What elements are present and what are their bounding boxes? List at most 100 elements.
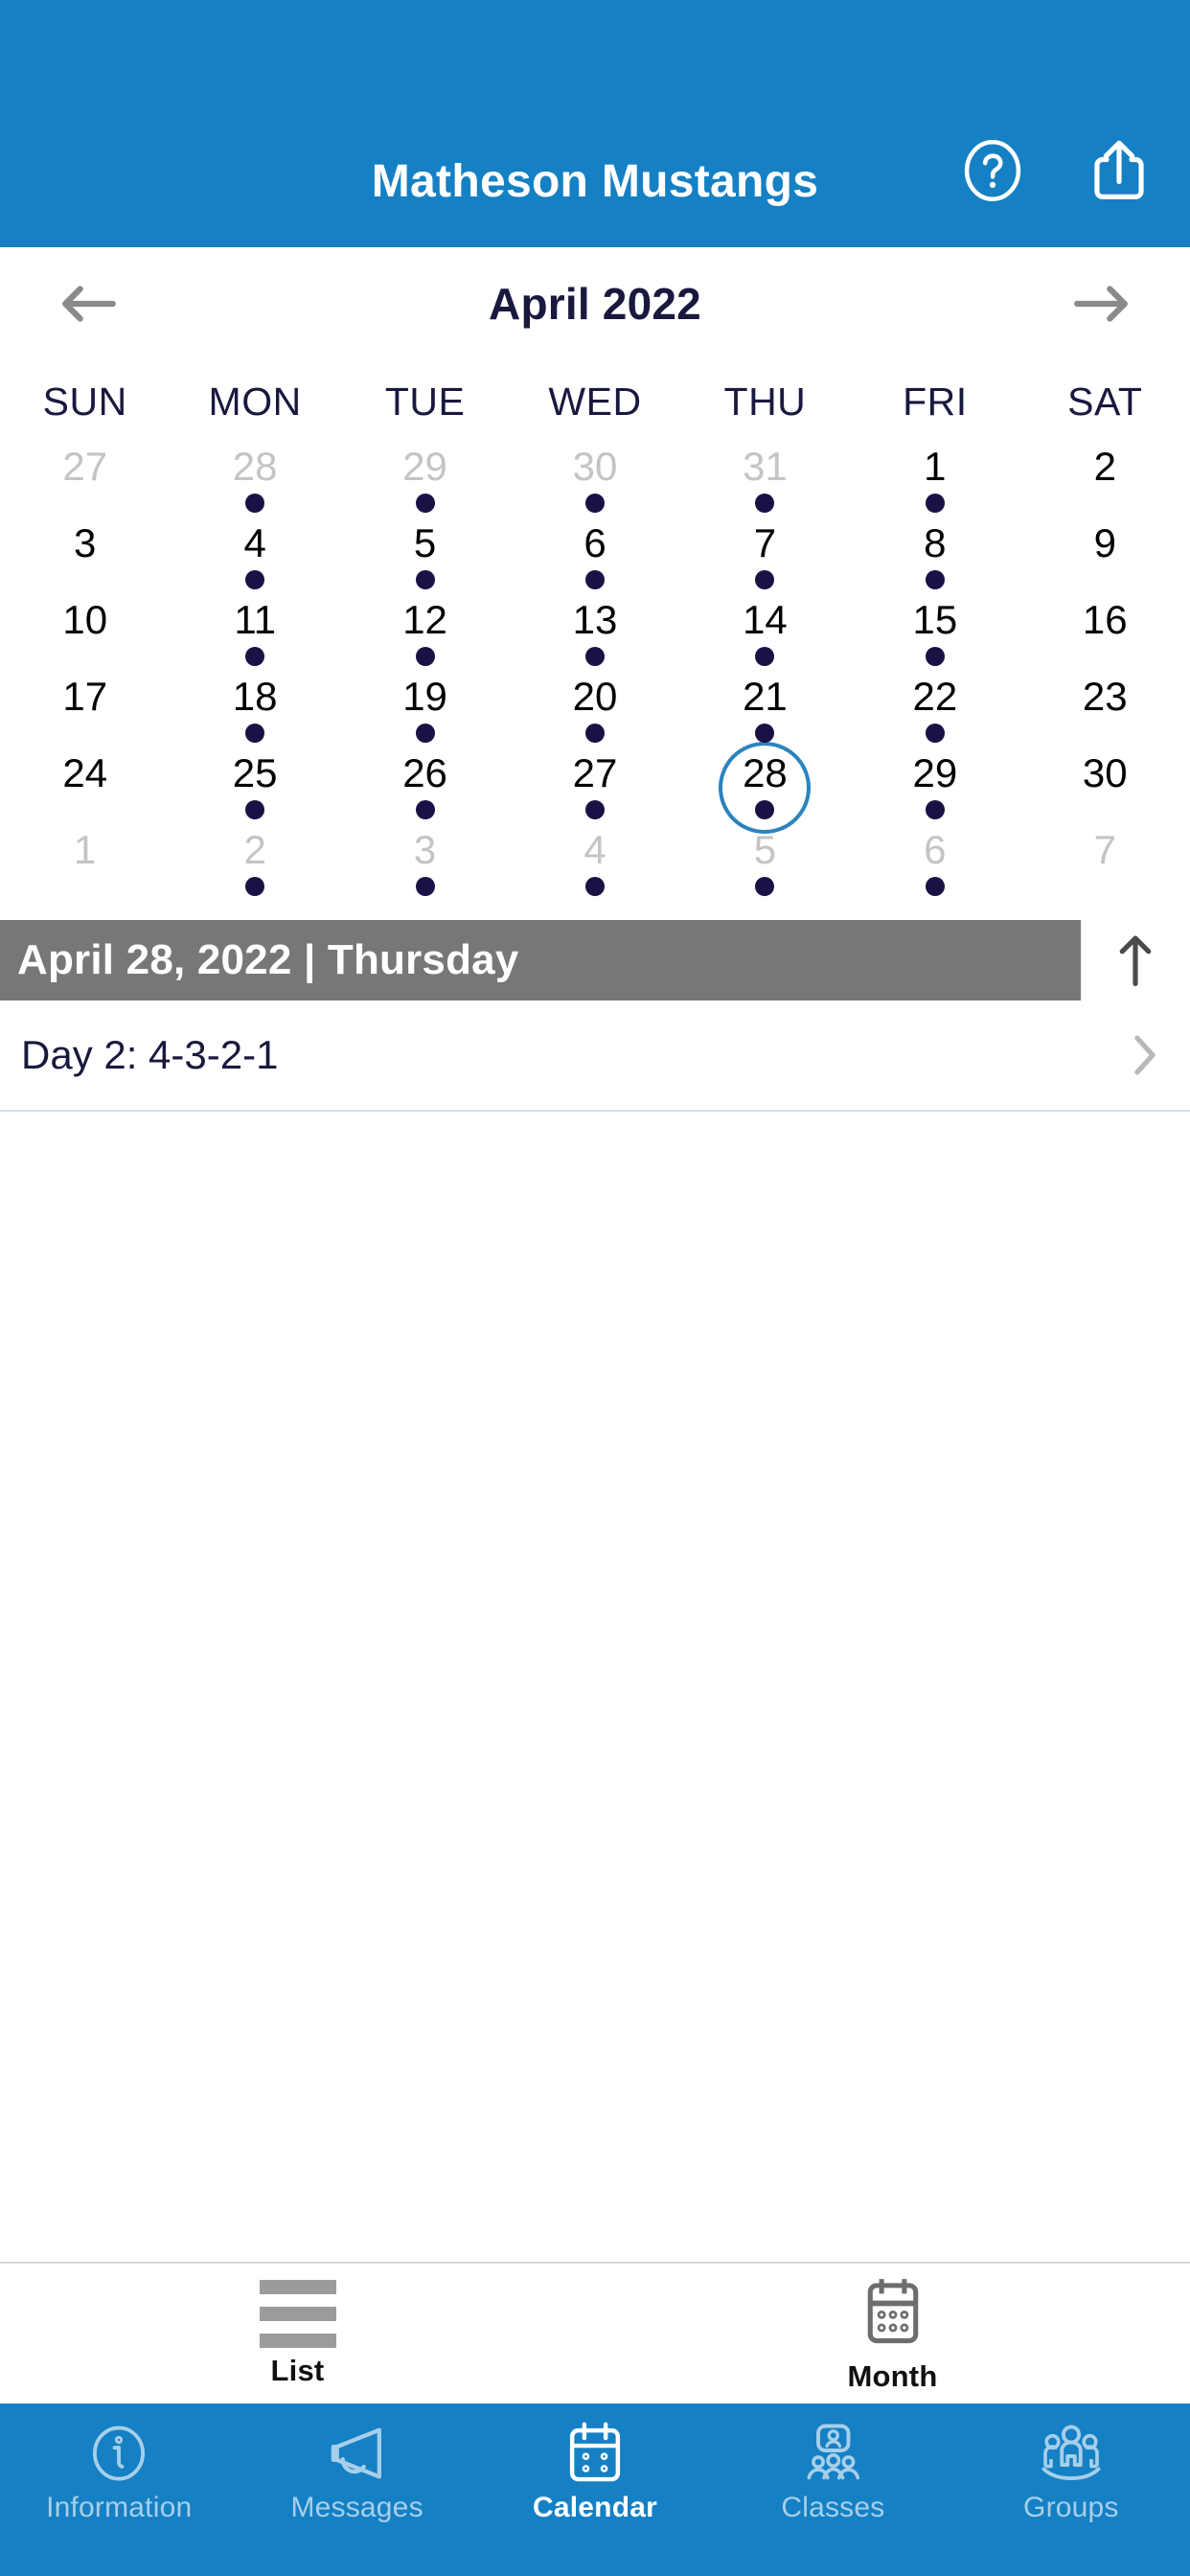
arrow-up-icon[interactable] bbox=[1081, 920, 1190, 1000]
calendar-day-cell[interactable]: 10 bbox=[0, 596, 170, 673]
event-dot bbox=[245, 800, 265, 819]
calendar-day-cell[interactable]: 28 bbox=[170, 443, 339, 519]
calendar-day-cell[interactable]: 25 bbox=[170, 749, 339, 826]
view-toggle-list[interactable]: List bbox=[0, 2264, 595, 2404]
arrow-right-icon[interactable] bbox=[1060, 263, 1142, 345]
classes-icon bbox=[801, 2419, 864, 2488]
month-label: April 2022 bbox=[489, 279, 701, 329]
calendar-day-cell[interactable]: 29 bbox=[340, 443, 510, 519]
calendar-day-number: 25 bbox=[232, 750, 278, 795]
event-dot bbox=[415, 570, 435, 589]
calendar-day-number: 19 bbox=[402, 674, 447, 719]
calendar-day-cell[interactable]: 24 bbox=[0, 749, 170, 826]
calendar-day-number: 6 bbox=[584, 520, 606, 565]
calendar-day-cell[interactable]: 3 bbox=[340, 826, 510, 903]
calendar-day-cell[interactable]: 22 bbox=[850, 673, 1019, 749]
event-dot bbox=[415, 877, 435, 896]
help-circle-icon[interactable] bbox=[958, 136, 1027, 205]
calendar-day-cell[interactable]: 7 bbox=[1020, 826, 1190, 903]
event-dot bbox=[755, 724, 775, 743]
selected-date-bar: April 28, 2022 | Thursday bbox=[0, 920, 1190, 1000]
calendar-day-cell[interactable]: 6 bbox=[850, 826, 1019, 903]
calendar-day-cell[interactable]: 5 bbox=[680, 826, 850, 903]
event-list: Day 2: 4-3-2-1 bbox=[0, 1000, 1190, 2262]
calendar-day-number: 12 bbox=[402, 597, 447, 642]
calendar-day-number: 17 bbox=[62, 674, 108, 719]
event-dot bbox=[415, 724, 435, 743]
calendar-day-number: 1 bbox=[74, 827, 97, 872]
calendar-day-number: 5 bbox=[753, 827, 777, 872]
calendar-day-cell[interactable]: 21 bbox=[680, 673, 850, 749]
tab-calendar[interactable]: Calendar bbox=[476, 2404, 714, 2576]
weekday-header: SUN MON TUE WED THU FRI SAT bbox=[0, 360, 1190, 443]
calendar-day-cell[interactable]: 30 bbox=[510, 443, 679, 519]
calendar-day-cell[interactable]: 14 bbox=[680, 596, 850, 673]
event-dot bbox=[925, 494, 945, 513]
weekday-label: TUE bbox=[384, 379, 466, 424]
event-dot bbox=[755, 494, 775, 513]
app-header: Matheson Mustangs bbox=[0, 0, 1190, 247]
calendar-day-number: 23 bbox=[1082, 674, 1128, 719]
tab-messages[interactable]: Messages bbox=[238, 2404, 475, 2576]
calendar-day-cell[interactable]: 31 bbox=[680, 443, 850, 519]
share-icon[interactable] bbox=[1085, 136, 1154, 205]
calendar-day-number: 18 bbox=[232, 674, 278, 719]
tab-label: Classes bbox=[781, 2492, 885, 2523]
event-dot bbox=[415, 494, 435, 513]
app-root: Matheson Mustangs April 2022 SUN MON TUE… bbox=[0, 0, 1190, 2576]
view-toggle-month[interactable]: Month bbox=[595, 2264, 1190, 2404]
event-dot bbox=[584, 494, 605, 513]
calendar-day-cell[interactable]: 2 bbox=[170, 826, 339, 903]
calendar-day-cell[interactable]: 8 bbox=[850, 519, 1019, 596]
calendar-day-number: 15 bbox=[912, 597, 958, 642]
calendar-day-cell[interactable]: 29 bbox=[850, 749, 1019, 826]
event-dot bbox=[755, 647, 775, 666]
event-dot bbox=[925, 570, 945, 589]
list-item[interactable]: Day 2: 4-3-2-1 bbox=[0, 1000, 1190, 1112]
weekday-label: WED bbox=[548, 379, 642, 424]
tab-classes[interactable]: Classes bbox=[714, 2404, 951, 2576]
calendar-day-cell[interactable]: 4 bbox=[170, 519, 339, 596]
calendar-day-cell[interactable]: 27 bbox=[510, 749, 679, 826]
calendar-day-cell[interactable]: 9 bbox=[1020, 519, 1190, 596]
calendar-day-cell[interactable]: 27 bbox=[0, 443, 170, 519]
calendar-day-number: 28 bbox=[232, 444, 278, 489]
calendar-day-cell[interactable]: 17 bbox=[0, 673, 170, 749]
calendar-day-number: 9 bbox=[1093, 520, 1116, 565]
calendar-day-cell[interactable]: 20 bbox=[510, 673, 679, 749]
event-dot bbox=[925, 647, 945, 666]
calendar-day-cell[interactable]: 30 bbox=[1020, 749, 1190, 826]
calendar-day-cell[interactable]: 12 bbox=[340, 596, 510, 673]
calendar-day-number: 14 bbox=[743, 597, 788, 642]
calendar-day-cell[interactable]: 15 bbox=[850, 596, 1019, 673]
calendar-day-cell[interactable]: 1 bbox=[0, 826, 170, 903]
calendar-day-cell[interactable]: 2 bbox=[1020, 443, 1190, 519]
bottom-tab-bar: Information Messages Calendar Classes Gr… bbox=[0, 2404, 1190, 2576]
tab-groups[interactable]: Groups bbox=[952, 2404, 1190, 2576]
calendar-day-cell[interactable]: 5 bbox=[340, 519, 510, 596]
tab-label: Information bbox=[46, 2492, 193, 2523]
calendar-day-number: 7 bbox=[1093, 827, 1116, 872]
event-dot bbox=[925, 800, 945, 819]
arrow-left-icon[interactable] bbox=[48, 263, 130, 345]
calendar-day-cell[interactable]: 7 bbox=[680, 519, 850, 596]
calendar-day-cell[interactable]: 16 bbox=[1020, 596, 1190, 673]
calendar-day-cell[interactable]: 23 bbox=[1020, 673, 1190, 749]
calendar-day-cell[interactable]: 4 bbox=[510, 826, 679, 903]
calendar-day-cell[interactable]: 26 bbox=[340, 749, 510, 826]
calendar-day-cell[interactable]: 6 bbox=[510, 519, 679, 596]
calendar-day-cell[interactable]: 11 bbox=[170, 596, 339, 673]
calendar-day-number: 10 bbox=[62, 597, 108, 642]
calendar-day-cell[interactable]: 13 bbox=[510, 596, 679, 673]
event-dot bbox=[584, 800, 605, 819]
calendar-day-cell[interactable]: 1 bbox=[850, 443, 1019, 519]
list-icon bbox=[259, 2279, 336, 2348]
calendar-day-cell[interactable]: 3 bbox=[0, 519, 170, 596]
calendar-day-number: 13 bbox=[572, 597, 618, 642]
event-dot bbox=[584, 647, 605, 666]
calendar-day-cell[interactable]: 18 bbox=[170, 673, 339, 749]
weekday-label: THU bbox=[723, 379, 807, 424]
calendar-day-cell[interactable]: 19 bbox=[340, 673, 510, 749]
tab-information[interactable]: Information bbox=[0, 2404, 238, 2576]
calendar-day-cell[interactable]: 28 bbox=[680, 742, 850, 834]
